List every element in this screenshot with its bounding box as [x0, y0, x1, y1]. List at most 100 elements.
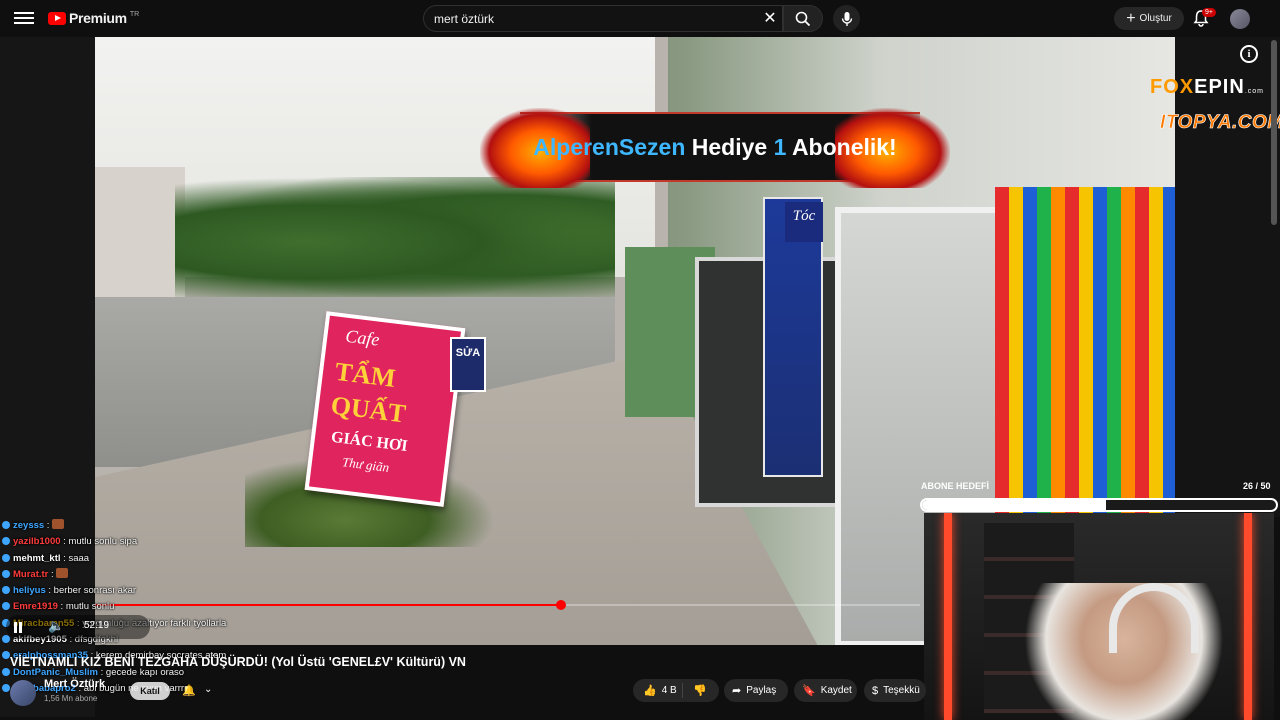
gift-alert-banner: AlperenSezen Hediye 1 Abonelik! — [480, 108, 950, 190]
notifications-badge: 9+ — [1202, 8, 1216, 17]
chat-message: zeysss : — [2, 518, 422, 534]
account-avatar[interactable] — [1230, 9, 1250, 29]
scene-house — [95, 167, 185, 297]
thumbs-down-icon: 👎 — [693, 685, 707, 697]
seek-bar-handle[interactable] — [556, 600, 567, 610]
right-margin — [1175, 37, 1280, 517]
info-icon[interactable]: i — [1240, 45, 1258, 63]
sponsor-itopya-logo: ITOPYA.COM — [1160, 112, 1280, 134]
gift-alert-count: 1 — [773, 134, 787, 160]
chat-separator: : — [44, 520, 53, 531]
chat-emote-icon — [56, 567, 69, 578]
chat-badge-icon — [2, 537, 10, 546]
like-dislike-group: 👍 4 B 👎 — [633, 679, 719, 702]
create-button[interactable]: + Oluştur — [1114, 7, 1184, 30]
channel-avatar[interactable] — [10, 680, 36, 706]
gift-alert-text: AlperenSezen Hediye 1 Abonelik! — [495, 134, 935, 161]
cafe-sign-line5: Thư giãn — [341, 454, 391, 475]
chat-username: mehmt_ktl — [13, 552, 61, 564]
thanks-icon: $ — [872, 684, 879, 697]
volume-icon[interactable]: 🔈 — [48, 618, 64, 634]
cafe-sign-line3: QUẤT — [329, 390, 408, 429]
cafe-sign-line4: GIÁC HƠI — [330, 428, 409, 455]
create-label: Oluştur — [1139, 13, 1172, 24]
share-button[interactable]: ➦ Paylaş — [724, 679, 788, 702]
chat-separator: : — [48, 568, 57, 580]
gift-alert-word: Hediye — [691, 134, 768, 160]
cafe-sign-line2: TẨM — [333, 356, 398, 393]
like-button[interactable]: 👍 4 B — [633, 683, 683, 698]
video-title: VİETNAMLI KIZ BENİ TEZGAHA DÜŞÜRDÜ! (Yol… — [10, 655, 466, 669]
channel-subscribers: 1,56 Mn abone — [44, 694, 98, 703]
sponsor-foxepin-suffix: EPIN — [1194, 76, 1245, 98]
search-input[interactable] — [434, 11, 754, 26]
chat-separator: : — [57, 601, 66, 613]
thumbs-up-icon: 👍 — [643, 685, 657, 697]
chat-text: mutlu sonlu sipa — [68, 536, 138, 548]
chat-badge-icon — [2, 602, 10, 611]
bookmark-icon: 🔖 — [802, 685, 816, 697]
chat-badge-icon — [2, 651, 10, 660]
clear-search-icon[interactable]: ✕ — [760, 9, 780, 29]
youtube-logo[interactable]: Premium TR — [48, 10, 139, 26]
chat-message: heliyus : berber sonrası akar — [2, 583, 422, 599]
chat-username: heliyus — [13, 585, 46, 597]
pause-button[interactable] — [14, 620, 26, 634]
scene-sua-sign: SỬA — [450, 337, 486, 392]
chat-emote-icon — [52, 519, 65, 529]
search-icon — [795, 11, 811, 26]
share-label: Paylaş — [746, 685, 777, 696]
youtube-play-icon — [48, 11, 66, 25]
player-controls — [6, 615, 150, 639]
chat-text: mutlu sonlu — [65, 601, 115, 613]
sua-sign-text: SỬA — [455, 347, 481, 359]
save-button[interactable]: 🔖 Kaydet — [794, 679, 857, 702]
plus-icon: + — [1126, 9, 1136, 27]
chat-message: Murat.tr : — [2, 567, 422, 583]
scene-trees — [175, 177, 615, 307]
chat-badge-icon — [2, 586, 10, 595]
webcam-neon-right — [1244, 513, 1252, 720]
chevron-down-icon[interactable]: ⌄ — [204, 684, 212, 695]
chat-message: Emre1919 : mutlu sonlu — [2, 599, 422, 615]
chat-badge-icon — [2, 553, 10, 562]
streamer-webcam — [924, 513, 1274, 720]
sub-goal-bar — [920, 498, 1278, 512]
like-count: 4 B — [661, 685, 677, 696]
microphone-icon — [841, 11, 852, 26]
subscribed-bell-icon[interactable]: 🔔 — [182, 684, 196, 697]
sub-goal-fill — [922, 500, 1107, 510]
sponsor-foxepin-logo: FOXEPIN.com — [1150, 76, 1264, 99]
chat-username: Murat.tr — [13, 568, 49, 580]
sponsor-foxepin-domain: .com — [1244, 88, 1264, 95]
voice-search-button[interactable] — [833, 5, 860, 32]
chat-username: zeysss — [13, 520, 45, 531]
chat-separator: : — [45, 585, 54, 597]
search-box[interactable] — [423, 5, 783, 32]
chat-message: yazilb1000 : mutlu sonlu sipa — [2, 534, 422, 550]
chat-text: berber sonrası akar — [53, 585, 137, 597]
menu-icon[interactable] — [14, 9, 34, 29]
player-time: 52:19 — [84, 620, 110, 631]
share-icon: ➦ — [732, 685, 742, 697]
dislike-button[interactable]: 👎 — [683, 684, 712, 697]
chat-badge-icon — [2, 569, 10, 578]
chat-badge-icon — [2, 667, 10, 676]
page-scrollbar[interactable] — [1271, 40, 1277, 225]
gift-alert-user: AlperenSezen — [533, 134, 686, 160]
chat-badge-icon — [2, 683, 10, 692]
search-button[interactable] — [783, 5, 823, 32]
logo-region: TR — [129, 10, 140, 18]
scene-toc-sign: Tóc — [785, 202, 823, 242]
chat-username: yazilb1000 — [13, 536, 61, 548]
channel-name[interactable]: Mert Öztürk — [44, 678, 105, 690]
gift-alert-suffix: Abonelik! — [791, 134, 897, 160]
scene-cafe-sign: Cafe TẨM QUẤT GIÁC HƠI Thư giãn — [304, 311, 466, 507]
chat-badge-icon — [2, 635, 10, 644]
logo-text: Premium — [69, 10, 127, 26]
join-button[interactable]: Katıl — [130, 682, 170, 700]
sub-goal-count: 26 / 50 — [1243, 481, 1271, 491]
webcam-neon-left — [944, 513, 952, 720]
chat-message: mehmt_ktl : saaa — [2, 551, 422, 567]
thanks-button[interactable]: $ Teşekkü — [864, 679, 926, 702]
